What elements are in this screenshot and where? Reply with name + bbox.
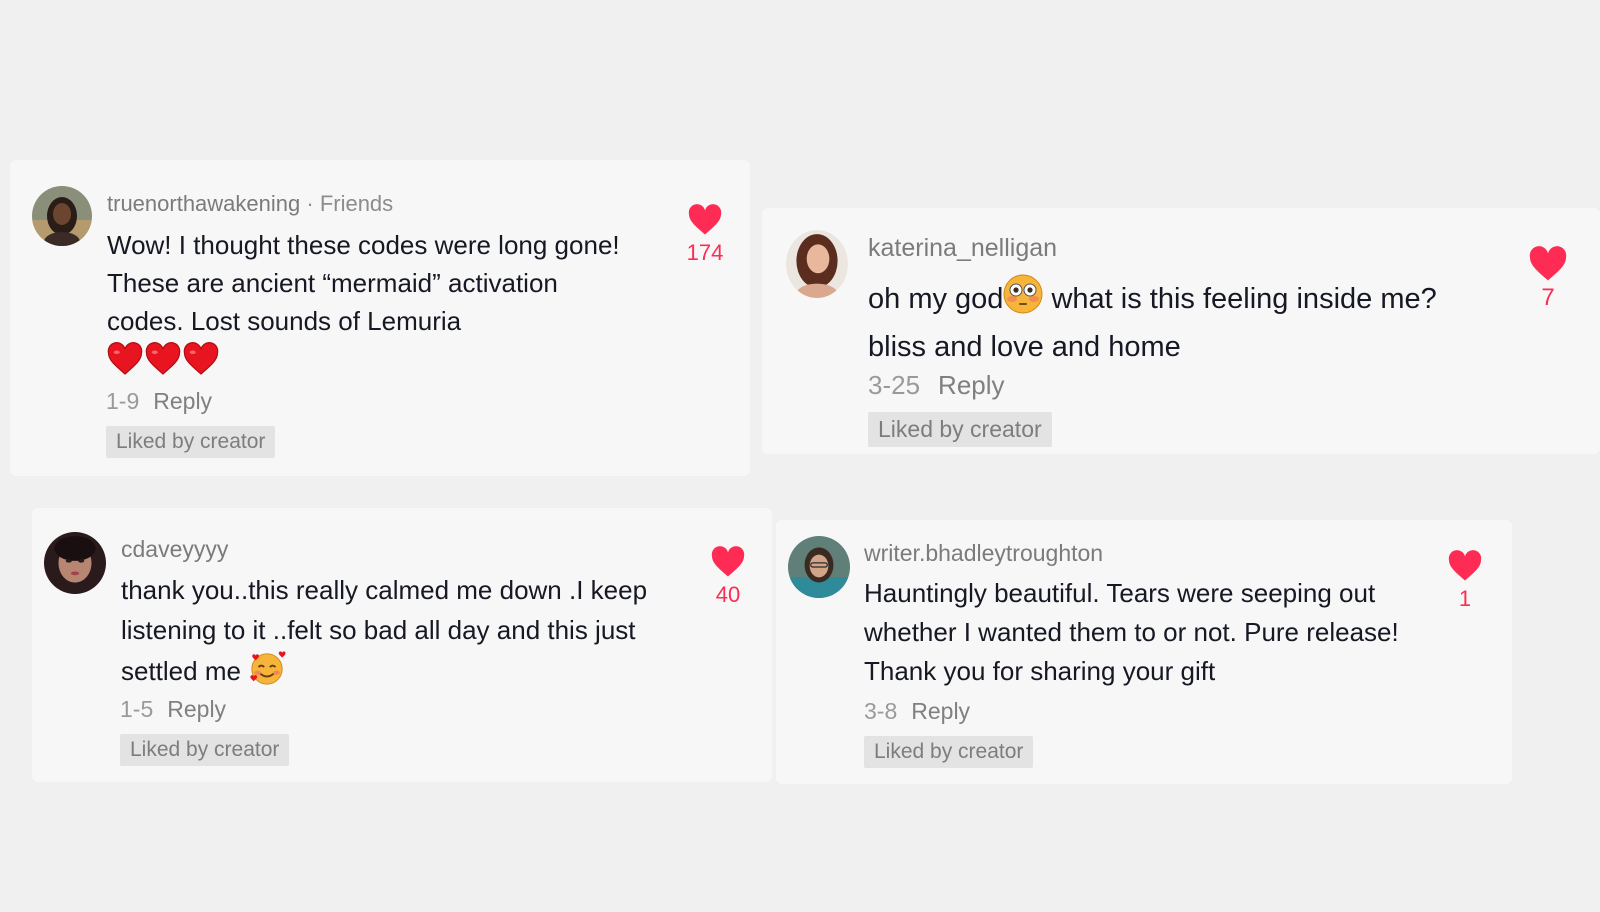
like-button[interactable]: 40: [704, 546, 752, 608]
comment-username[interactable]: writer.bhadleytroughton: [864, 540, 1103, 567]
heart-icon[interactable]: [1528, 246, 1568, 282]
like-count: 7: [1541, 284, 1555, 311]
reply-button[interactable]: Reply: [167, 696, 226, 722]
comment-meta: 3-8 Reply: [864, 698, 970, 725]
like-count: 174: [686, 240, 724, 265]
comment-date: 1-5: [120, 696, 154, 722]
reply-button[interactable]: Reply: [911, 698, 970, 724]
smiling-face-with-hearts-icon: [248, 650, 286, 697]
avatar[interactable]: [788, 536, 850, 598]
like-count: 40: [715, 582, 741, 607]
comment-card-4: writer.bhadleytroughton Hauntingly beaut…: [776, 520, 1512, 784]
like-button[interactable]: 1: [1440, 550, 1490, 612]
comment-text: Wow! I thought these codes were long gon…: [107, 226, 627, 386]
comment-date: 1-9: [106, 388, 140, 414]
comment-card-1: truenorthawakening · Friends Wow! I thou…: [10, 160, 750, 476]
comment-text-before: oh my god: [868, 283, 1004, 315]
liked-by-creator-badge: Liked by creator: [106, 426, 276, 458]
friends-tag: · Friends: [306, 191, 394, 216]
comment-text-content: thank you..this really calmed me down .I…: [121, 575, 648, 686]
avatar[interactable]: [786, 230, 848, 298]
comment-text: Hauntingly beautiful. Tears were seeping…: [864, 574, 1424, 691]
red-heart-icon: [183, 342, 219, 386]
liked-by-creator-badge: Liked by creator: [864, 736, 1034, 768]
heart-icon[interactable]: [1447, 550, 1483, 582]
comment-username[interactable]: katerina_nelligan: [868, 234, 1057, 263]
comments-screen: { "colors": { "like": "#fe2c55", "text":…: [0, 0, 1600, 912]
flushed-face-icon: [1003, 274, 1043, 326]
comment-text: thank you..this really calmed me down .I…: [121, 570, 681, 697]
comment-card-2: katerina_nelligan oh my god what is this…: [762, 208, 1600, 454]
avatar[interactable]: [44, 532, 106, 594]
comment-meta: 3-25 Reply: [868, 370, 1005, 401]
comment-text-content: Wow! I thought these codes were long gon…: [107, 230, 620, 336]
comment-text-content: Hauntingly beautiful. Tears were seeping…: [864, 578, 1399, 686]
like-count: 1: [1458, 586, 1472, 611]
comment-date: 3-25: [868, 370, 921, 400]
comment-username[interactable]: truenorthawakening · Friends: [107, 191, 393, 217]
heart-icon[interactable]: [687, 204, 723, 236]
comment-card-3: cdaveyyyy thank you..this really calmed …: [32, 508, 772, 782]
red-heart-icon: [107, 342, 143, 386]
like-button[interactable]: 7: [1526, 246, 1570, 312]
comment-meta: 1-5 Reply: [120, 696, 226, 723]
liked-by-creator-badge: Liked by creator: [120, 734, 290, 766]
comment-text: oh my god what is this feeling inside me…: [868, 274, 1448, 368]
like-button[interactable]: 174: [680, 204, 730, 266]
liked-by-creator-badge: Liked by creator: [868, 412, 1052, 447]
username-text[interactable]: truenorthawakening: [107, 191, 300, 216]
comment-date: 3-8: [864, 698, 898, 724]
reply-button[interactable]: Reply: [153, 388, 212, 414]
reply-button[interactable]: Reply: [938, 370, 1004, 400]
comment-username[interactable]: cdaveyyyy: [121, 536, 228, 563]
comment-meta: 1-9 Reply: [106, 388, 212, 415]
avatar[interactable]: [32, 186, 92, 246]
heart-icon[interactable]: [710, 546, 746, 578]
red-heart-icon: [145, 342, 181, 386]
